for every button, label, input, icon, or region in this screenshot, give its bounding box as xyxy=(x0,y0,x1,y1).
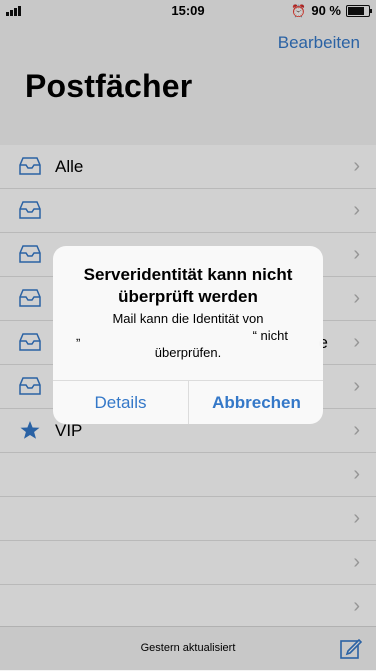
alert-close-quote: “ nicht xyxy=(252,328,288,343)
details-button[interactable]: Details xyxy=(53,381,188,424)
alert-message: Mail kann die Identität von „ “ nicht üb… xyxy=(68,310,308,361)
alert-message-line1: Mail kann die Identität von xyxy=(112,311,264,326)
alert-title: Serveridentität kann nicht überprüft wer… xyxy=(83,265,293,306)
alert-open-quote: „ xyxy=(76,328,81,343)
cancel-button[interactable]: Abbrechen xyxy=(189,381,323,424)
alert-dialog: Serveridentität kann nicht überprüft wer… xyxy=(53,246,323,424)
alert-message-line3: überprüfen. xyxy=(154,345,222,360)
